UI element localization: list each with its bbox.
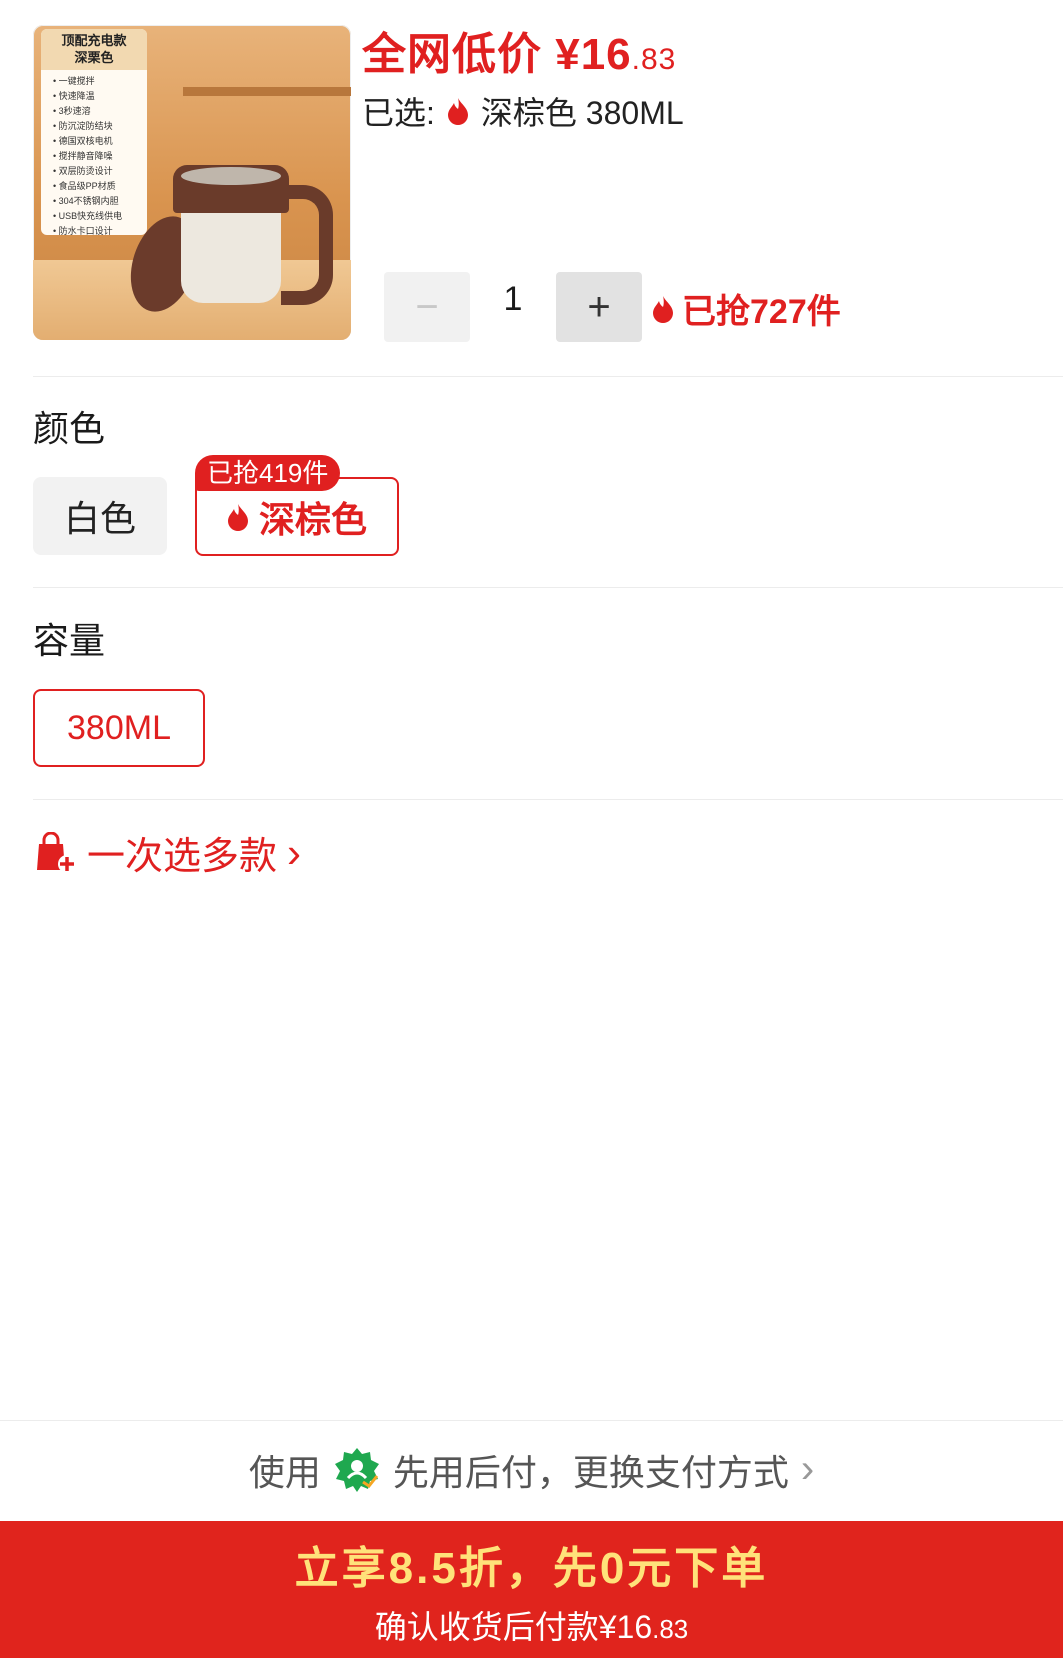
- spec-item: 德国双核电机: [53, 134, 147, 149]
- spec-item: 3秒速溶: [53, 104, 147, 119]
- capacity-option-label: 380ML: [67, 708, 171, 747]
- selected-prefix: 已选:: [362, 95, 435, 131]
- payment-prefix: 使用: [248, 1451, 321, 1493]
- wall-shelf: [183, 87, 351, 96]
- flame-icon: [447, 98, 468, 125]
- multi-select-label: 一次选多款: [87, 836, 278, 878]
- quantity-value[interactable]: 1: [470, 280, 556, 319]
- divider: [33, 587, 1063, 588]
- cta-sub-cents: .83: [652, 1613, 689, 1644]
- capacity-section-title: 容量: [33, 620, 106, 661]
- increase-button[interactable]: +: [556, 272, 642, 342]
- selected-value: 深棕色 380ML: [480, 95, 684, 131]
- sold-count: 已抢727件: [652, 284, 841, 333]
- sold-badge: 已抢419件: [195, 455, 341, 491]
- color-option-white[interactable]: 白色: [33, 477, 167, 555]
- spec-item: 双层防烫设计: [53, 164, 147, 179]
- shopping-bag-add-icon: [37, 831, 76, 873]
- flame-icon: [653, 295, 673, 323]
- price: 全网低价 ¥16.83: [362, 18, 676, 82]
- product-image[interactable]: 顶配充电款 深栗色 一键搅拌 快速降温 3秒速溶 防沉淀防结块 德国双核电机 搅…: [33, 25, 351, 340]
- flame-icon: [227, 503, 248, 531]
- payment-method-link[interactable]: 使用 先用后付，更换支付方式 ›: [0, 1421, 1063, 1518]
- cta-sub-text: 确认收货后付款¥16.83: [375, 1602, 689, 1648]
- payment-text: 先用后付，更换支付方式: [392, 1451, 789, 1493]
- spec-item: 快速降温: [53, 89, 147, 104]
- pay-later-icon: [334, 1447, 379, 1492]
- chevron-right-icon: ›: [287, 828, 302, 876]
- cta-main-text: 立享8.5折，先0元下单: [294, 1543, 769, 1593]
- spec-item: USB快充线供电: [53, 209, 147, 224]
- sold-count-text: 已抢727件: [682, 293, 841, 331]
- color-option-label: 白色: [63, 498, 136, 539]
- spec-card-title: 顶配充电款 深栗色: [41, 29, 147, 70]
- place-order-button[interactable]: 立享8.5折，先0元下单 确认收货后付款¥16.83: [0, 1521, 1063, 1658]
- chevron-right-icon: ›: [800, 1447, 815, 1491]
- price-main: 全网低价 ¥16: [362, 30, 632, 79]
- mug-rim: [181, 167, 281, 185]
- divider: [33, 799, 1063, 800]
- decrease-button[interactable]: −: [384, 272, 470, 342]
- spec-item: 防沉淀防结块: [53, 119, 147, 134]
- spec-item: 一键搅拌: [53, 74, 147, 89]
- price-cents: .83: [631, 43, 677, 76]
- mug-handle: [281, 185, 333, 305]
- spec-card: 顶配充电款 深栗色 一键搅拌 快速降温 3秒速溶 防沉淀防结块 德国双核电机 搅…: [41, 29, 147, 236]
- spec-item: 304不锈钢内胆: [53, 194, 147, 209]
- color-section-title: 颜色: [33, 408, 106, 449]
- spec-item: 防水卡口设计: [53, 224, 147, 239]
- color-option-label: 深棕色: [258, 498, 367, 540]
- spec-item: 食品级PP材质: [53, 179, 147, 194]
- multi-select-link[interactable]: 一次选多款 ›: [33, 825, 301, 880]
- divider: [33, 376, 1063, 377]
- cta-sub-label: 确认收货后付款¥16: [374, 1608, 653, 1645]
- capacity-option-380ml[interactable]: 380ML: [33, 689, 205, 767]
- selected-summary: 已选: 深棕色 380ML: [362, 88, 684, 134]
- spec-list: 一键搅拌 快速降温 3秒速溶 防沉淀防结块 德国双核电机 搅拌静音降噪 双层防烫…: [41, 70, 147, 239]
- spec-item: 搅拌静音降噪: [53, 149, 147, 164]
